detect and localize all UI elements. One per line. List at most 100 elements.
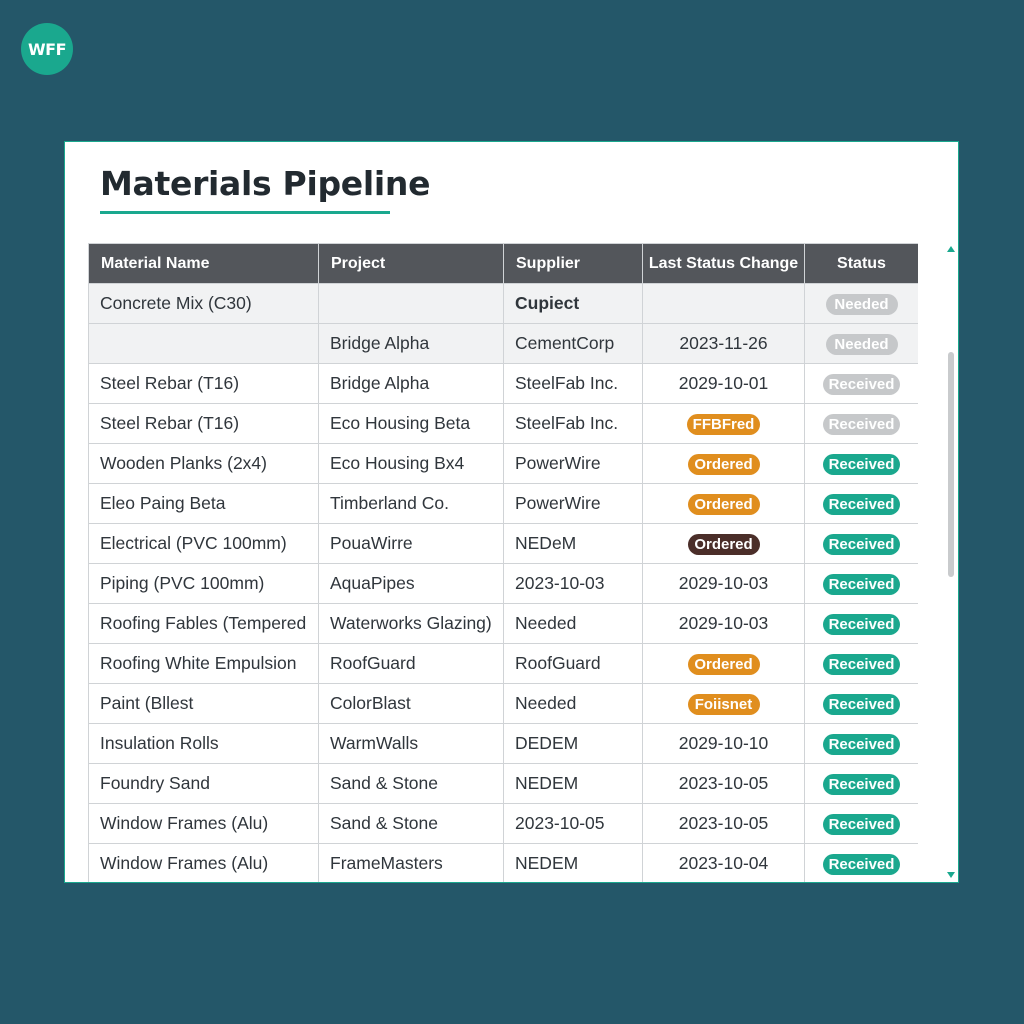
table-row[interactable]: Electrical (PVC 100mm) PouaWirre NEDeM Orde… [88,523,918,564]
status-badge: Received [822,413,901,435]
table-row[interactable]: Eleo Paing Beta Timberland Co. PowerWire Or… [88,483,918,524]
status-badge: Received [822,653,901,675]
cell-project: Timberland Co. [318,483,504,524]
status-badge: Received [822,453,901,475]
cell-material: Steel Rebar (T16) [88,363,319,404]
cell-last-status-change: Ordered [642,523,805,564]
brand-logo: WFF [21,23,73,75]
table-row[interactable]: Window Frames (Alu) FrameMasters NEDEM 2023… [88,843,918,882]
cell-supplier: SteelFab Inc. [503,403,643,444]
table-row[interactable]: Steel Rebar (T16) Bridge Alpha SteelFab In… [88,363,918,404]
cell-last-status-change: 2023-10-05 [642,763,805,804]
table-row[interactable]: Window Frames (Alu) Sand & Stone 2023-10-0… [88,803,918,844]
cell-status: Received [804,683,918,724]
status-badge: Received [822,693,901,715]
brand-logo-text: WFF [27,39,67,59]
cell-status: Received [804,843,918,882]
cell-last-status-change: Ordered [642,443,805,484]
cell-material: Piping (PVC 100mm) [88,563,319,604]
cell-status: Received [804,763,918,804]
last-status-badge: FFBFred [686,413,761,435]
cell-material: Window Frames (Alu) [88,803,319,844]
table-row[interactable]: Paint (Bllest ColorBlast Needed Foiisnet Rec… [88,683,918,724]
table-row[interactable]: Insulation Rolls WarmWalls DEDEM 2029-10-10… [88,723,918,764]
cell-last-status-change: 2023-10-05 [642,803,805,844]
cell-status: Received [804,403,918,444]
scroll-up-arrow-icon[interactable] [947,246,955,252]
cell-material: Window Frames (Alu) [88,843,319,882]
cell-status: Received [804,643,918,684]
cell-supplier: NEDeM [503,523,643,564]
cell-supplier: CementCorp [503,323,643,364]
cell-material: Roofing Fables (Tempered [88,603,319,644]
cell-last-status-change: 2029-10-10 [642,723,805,764]
cell-project: WarmWalls [318,723,504,764]
scrollbar-thumb[interactable] [948,352,954,577]
cell-material: Wooden Planks (2x4) [88,443,319,484]
table-row[interactable]: Wooden Planks (2x4) Eco Housing Bx4 PowerW… [88,443,918,484]
column-header-last-status-change[interactable]: Last Status Change [642,243,805,284]
column-header-project[interactable]: Project [318,243,504,284]
cell-supplier: NEDEM [503,763,643,804]
cell-project: ColorBlast [318,683,504,724]
column-header-material[interactable]: Material Name [88,243,319,284]
cell-last-status-change: Foiisnet [642,683,805,724]
table-row[interactable]: Steel Rebar (T16) Eco Housing Beta SteelFa… [88,403,918,444]
cell-last-status-change: 2029-10-01 [642,363,805,404]
cell-project: FrameMasters [318,843,504,882]
table-header-row: Material Name Project Supplier Last Stat… [88,243,918,284]
cell-material: Foundry Sand [88,763,319,804]
cell-last-status-change: 2029-10-03 [642,603,805,644]
cell-supplier: DEDEM [503,723,643,764]
cell-last-status-change: 2029-10-03 [642,563,805,604]
cell-material: Paint (Bllest [88,683,319,724]
cell-project: Eco Housing Bx4 [318,443,504,484]
last-status-badge: Ordered [687,533,760,555]
status-badge: Received [822,853,901,875]
cell-status: Received [804,483,918,524]
cell-project: RoofGuard [318,643,504,684]
cell-project: Sand & Stone [318,803,504,844]
cell-supplier: Cupiect [503,283,643,324]
cell-project: Sand & Stone [318,763,504,804]
cell-project: AquaPipes [318,563,504,604]
cell-project: Eco Housing Beta [318,403,504,444]
status-badge: Received [822,373,901,395]
cell-supplier: RoofGuard [503,643,643,684]
title-underline [100,211,390,214]
cell-last-status-change [642,283,805,324]
table-row[interactable]: Bridge Alpha CementCorp 2023-11-26 Needed [88,323,918,364]
cell-project: Bridge Alpha [318,323,504,364]
cell-last-status-change: Ordered [642,643,805,684]
table-row[interactable]: Roofing White Empulsion RoofGuard RoofGuar… [88,643,918,684]
table-row[interactable]: Roofing Fables (Tempered Waterworks Glazi… [88,603,918,644]
last-status-badge: Foiisnet [687,693,760,715]
status-badge: Needed [825,293,898,315]
cell-last-status-change: 2023-10-04 [642,843,805,882]
cell-last-status-change: Ordered [642,483,805,524]
status-badge: Received [822,613,901,635]
cell-material: Concrete Mix (C30) [88,283,319,324]
cell-supplier: NEDEM [503,843,643,882]
table-row[interactable]: Concrete Mix (C30) Cupiect Needed [88,283,918,324]
column-header-status[interactable]: Status [804,243,918,284]
cell-status: Received [804,523,918,564]
page-title: Materials Pipeline [100,164,431,203]
cell-supplier: 2023-10-03 [503,563,643,604]
table-row[interactable]: Foundry Sand Sand & Stone NEDEM 2023-10-05 R… [88,763,918,804]
cell-status: Received [804,363,918,404]
table-row[interactable]: Piping (PVC 100mm) AquaPipes 2023-10-03 202… [88,563,918,604]
cell-status: Received [804,803,918,844]
column-header-supplier[interactable]: Supplier [503,243,643,284]
cell-material: Roofing White Empulsion [88,643,319,684]
cell-status: Needed [804,323,918,364]
cell-project: PouaWirre [318,523,504,564]
scroll-down-arrow-icon[interactable] [947,872,955,878]
cell-supplier: PowerWire [503,443,643,484]
last-status-badge: Ordered [687,453,760,475]
status-badge: Received [822,733,901,755]
table-container: Material Name Project Supplier Last Stat… [88,243,918,882]
cell-material: Eleo Paing Beta [88,483,319,524]
cell-status: Received [804,603,918,644]
cell-material: Steel Rebar (T16) [88,403,319,444]
